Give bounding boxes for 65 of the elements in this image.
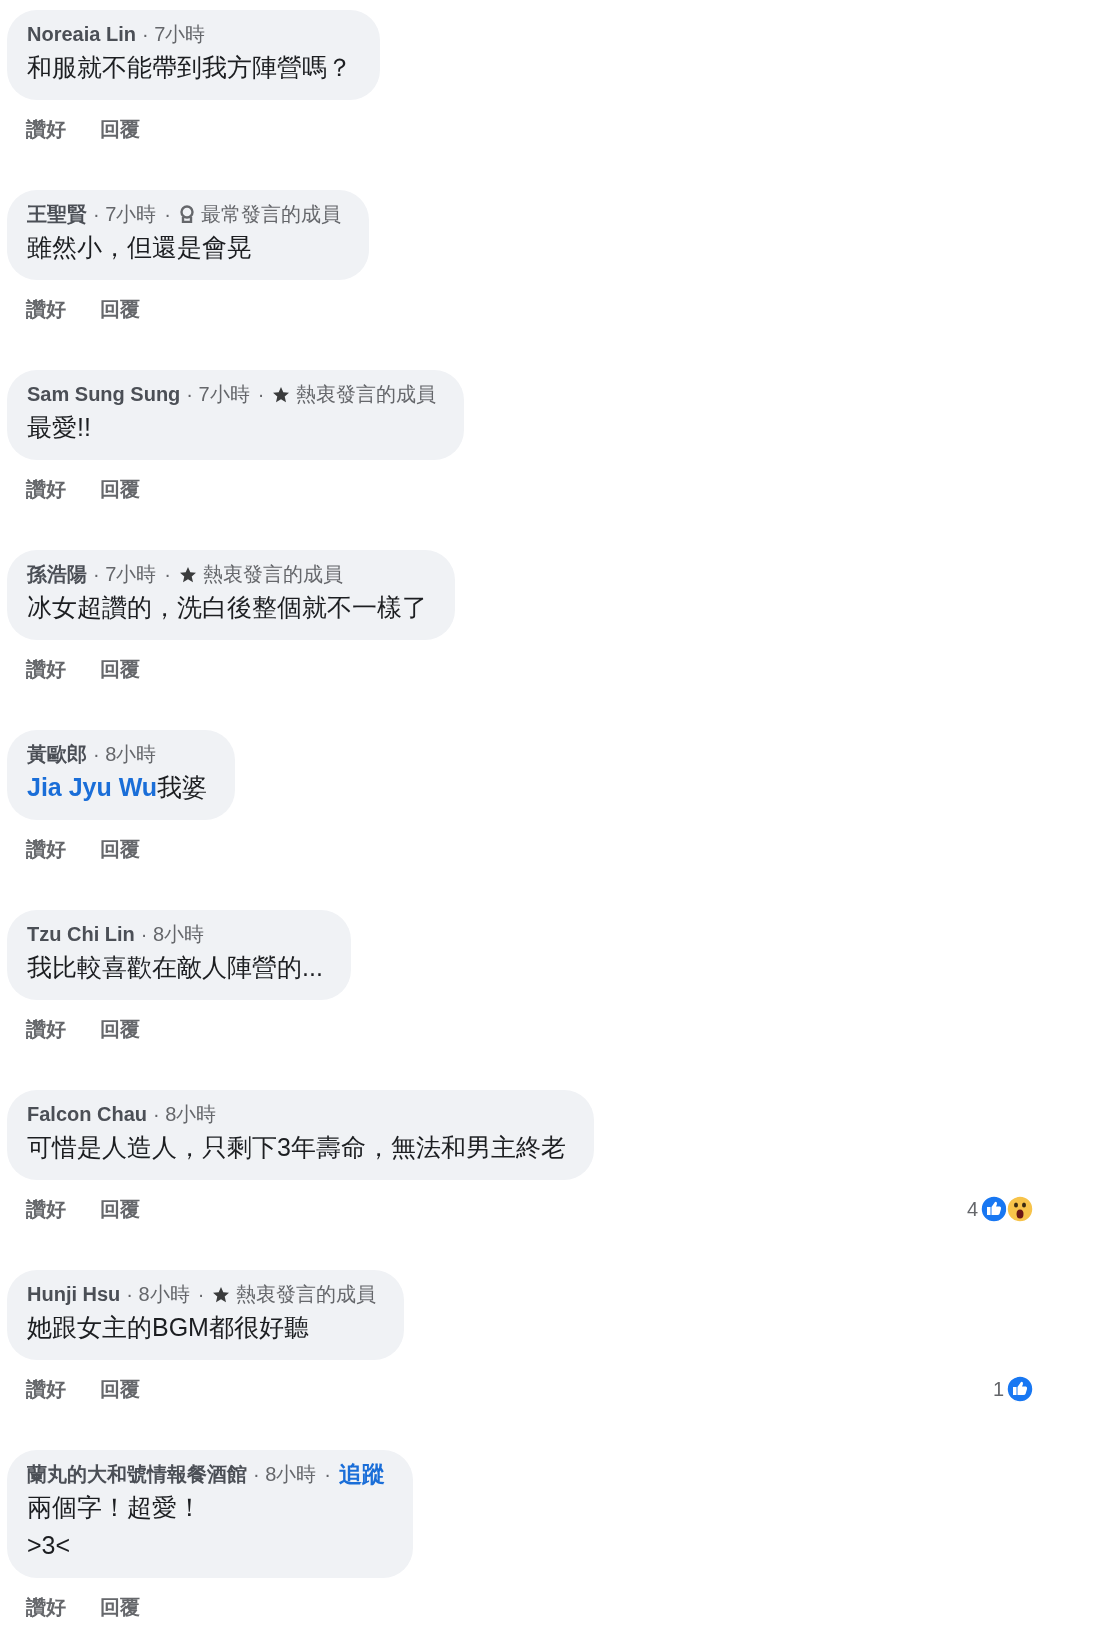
comment-text: Jia Jyu Wu我婆 [27,772,208,803]
like-button[interactable]: 讚好 [26,654,66,684]
timestamp: · 8小時 [126,1282,190,1306]
timestamp: · 8小時 [253,1462,317,1486]
star-icon [179,565,197,583]
comment-text: 可惜是人造人，只剩下3年壽命，無法和男主終老 [27,1132,566,1163]
reaction-count: 1 [992,1377,1004,1402]
author-name[interactable]: 蘭丸的大和號情報餐酒館 [27,1462,247,1486]
badge-label: 最常發言的成員 [201,202,341,226]
separator-dot: · [197,1282,205,1306]
author-name[interactable]: Hunji Hsu [27,1282,121,1306]
comment-text: 她跟女主的BGM都很好聽 [27,1312,310,1343]
reply-button[interactable]: 回覆 [100,1194,140,1224]
comment-text: 冰女超讚的，洗白後整個就不一樣了 [27,592,427,623]
like-button[interactable]: 讚好 [26,474,66,504]
timestamp: · 7小時 [93,202,157,226]
comment-text: 我比較喜歡在敵人陣營的... [27,952,323,983]
comment-text: 雖然小，但還是會晃 [27,232,253,263]
comment-text: 兩個字！超愛！ >3< [27,1492,203,1561]
follow-link[interactable]: 追蹤 [339,1462,385,1486]
timestamp: · 7小時 [93,562,157,586]
like-button[interactable]: 讚好 [26,294,66,324]
author-name[interactable]: Falcon Chau [27,1102,147,1126]
timestamp: · 8小時 [93,742,157,766]
star-icon [212,1285,231,1303]
reply-button[interactable]: 回覆 [100,474,140,504]
star-icon [272,385,291,403]
badge-label: 熱衷發言的成員 [296,382,437,406]
author-name[interactable]: 王聖賢 [27,202,87,226]
badge-label: 熱衷發言的成員 [236,1282,377,1306]
author-name[interactable]: Tzu Chi Lin [27,922,135,946]
separator-dot: · [164,202,171,226]
reply-button[interactable]: 回覆 [100,1374,140,1404]
like-icon [1006,1375,1034,1403]
timestamp: · 7小時 [186,382,250,406]
like-button[interactable]: 讚好 [26,1194,66,1224]
mention-link[interactable]: Jia Jyu Wu [27,773,158,801]
like-icon [980,1195,1008,1223]
reply-button[interactable]: 回覆 [100,1014,140,1044]
separator-dot: · [164,562,171,586]
author-name[interactable]: Sam Sung Sung [27,382,181,406]
timestamp: · 7小時 [141,22,206,46]
reaction-count: 4 [966,1197,978,1222]
ribbon-icon [179,205,195,223]
reply-button[interactable]: 回覆 [100,1592,140,1622]
reply-button[interactable]: 回覆 [100,294,140,324]
badge-label: 熱衷發言的成員 [203,562,343,586]
timestamp: · 8小時 [153,1102,217,1126]
author-name[interactable]: 孫浩陽 [27,562,87,586]
author-name[interactable]: Noreaia Lin [27,22,136,46]
comment-text: 最愛!! [27,412,92,443]
reply-button[interactable]: 回覆 [100,834,140,864]
like-button[interactable]: 讚好 [26,1374,66,1404]
like-button[interactable]: 讚好 [26,1014,66,1044]
comment-text: 和服就不能帶到我方陣營嗎？ [27,52,352,83]
timestamp: · 8小時 [140,922,205,946]
like-button[interactable]: 讚好 [26,834,66,864]
surprised-emoji-icon [1006,1195,1034,1223]
author-name[interactable]: 黃歐郎 [27,742,87,766]
reply-button[interactable]: 回覆 [100,114,140,144]
separator-dot: · [257,382,265,406]
like-button[interactable]: 讚好 [26,1592,66,1622]
reply-button[interactable]: 回覆 [100,654,140,684]
separator-dot: · [324,1462,331,1486]
like-button[interactable]: 讚好 [26,114,66,144]
